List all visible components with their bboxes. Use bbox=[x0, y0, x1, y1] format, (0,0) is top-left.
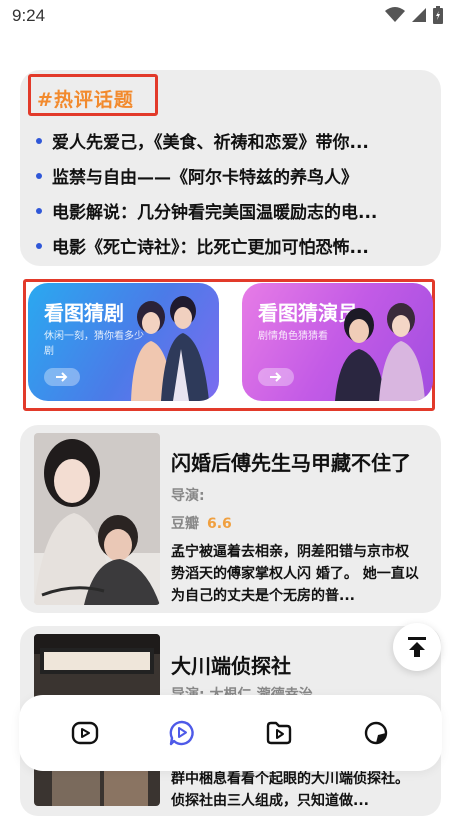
nav-profile-tab[interactable] bbox=[356, 713, 396, 753]
movie-card[interactable]: 闪婚后傅先生马甲藏不住了 导演: 豆瓣 6.6 孟宁被逼着去相亲，阴差阳错与京市权… bbox=[20, 425, 441, 613]
arrow-right-icon[interactable] bbox=[258, 368, 294, 386]
movie-description: 群中梱息看看个起眼的大川端侦探社。侦探社由三人组成，只知道做... bbox=[171, 771, 409, 809]
hot-topics-list: 爱人先爱己，《美食、祈祷和恋爱》带你... 监禁与自由——《阿尔卡特兹的养鸟人》… bbox=[36, 123, 426, 263]
movie-title: 大川端侦探社 bbox=[171, 654, 291, 678]
arrow-right-icon[interactable] bbox=[44, 368, 80, 386]
movie-poster[interactable] bbox=[34, 433, 160, 605]
hot-topics-card: #热评话题 爱人先爱己，《美食、祈祷和恋爱》带你... 监禁与自由——《阿尔卡特… bbox=[20, 70, 441, 266]
guess-drama-banner[interactable]: 看图猜剧 休闲一刻，猜你看多少剧 bbox=[28, 283, 219, 401]
bullet-dot-icon bbox=[36, 172, 42, 179]
nav-discover-tab[interactable] bbox=[162, 713, 202, 753]
movie-title: 闪婚后傅先生马甲藏不住了 bbox=[171, 451, 411, 475]
play-icon bbox=[72, 721, 99, 745]
hot-topic-text: 电影《死亡诗社》：比死亡更加可怕恐怖... bbox=[52, 238, 369, 258]
bullet-dot-icon bbox=[36, 137, 42, 144]
battery-icon bbox=[433, 6, 443, 24]
bullet-dot-icon bbox=[36, 207, 42, 214]
bullet-dot-icon bbox=[36, 242, 42, 249]
hot-topics-tag[interactable]: #热评话题 bbox=[37, 85, 134, 112]
movie-rating: 豆瓣 6.6 bbox=[171, 513, 232, 533]
nav-video-tab[interactable] bbox=[65, 713, 105, 753]
wifi-icon bbox=[385, 7, 405, 22]
hot-topic-text: 电影解说：几分钟看完美国温暖励志的电... bbox=[52, 203, 378, 223]
status-bar: 9:24 bbox=[0, 0, 461, 34]
signal-icon bbox=[412, 8, 426, 22]
rating-source: 豆瓣 bbox=[171, 516, 199, 532]
rating-score: 6.6 bbox=[207, 516, 232, 532]
hot-topic-text: 监禁与自由——《阿尔卡特兹的养鸟人》 bbox=[52, 168, 358, 188]
arrow-up-icon bbox=[408, 637, 426, 657]
hot-topic-text: 爱人先爱己，《美食、祈祷和恋爱》带你... bbox=[52, 133, 369, 153]
bottom-nav bbox=[19, 695, 442, 771]
status-time: 9:24 bbox=[12, 6, 46, 25]
hot-topic-item[interactable]: 监禁与自由——《阿尔卡特兹的养鸟人》 bbox=[36, 158, 426, 193]
status-icons bbox=[385, 6, 443, 24]
drama-characters-illustration bbox=[131, 296, 209, 401]
movie-description: 孟宁被逼着去相亲，阴差阳错与京市权势滔天的傅家掌权人闪 婚了。 她一直以为自己的… bbox=[171, 544, 419, 604]
hot-topic-item[interactable]: 爱人先爱己，《美食、祈祷和恋爱》带你... bbox=[36, 123, 426, 158]
chat-play-icon bbox=[169, 720, 194, 746]
back-to-top-button[interactable] bbox=[393, 623, 441, 671]
hot-topic-item[interactable]: 电影《死亡诗社》：比死亡更加可怕恐怖... bbox=[36, 228, 426, 263]
guess-actor-banner[interactable]: 看图猜演员 剧情角色猜猜看 bbox=[242, 283, 433, 401]
circle-icon bbox=[364, 721, 387, 745]
actor-characters-illustration bbox=[335, 303, 425, 401]
hot-topic-item[interactable]: 电影解说：几分钟看完美国温暖励志的电... bbox=[36, 193, 426, 228]
movie-director: 导演: bbox=[171, 488, 205, 504]
nav-library-tab[interactable] bbox=[259, 713, 299, 753]
banner-title: 看图猜剧 bbox=[44, 301, 124, 325]
folder-play-icon bbox=[266, 721, 292, 745]
